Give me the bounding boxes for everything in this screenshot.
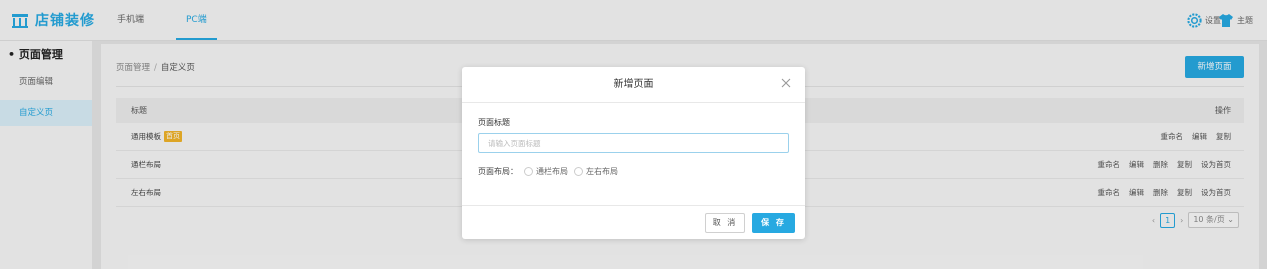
- save-button[interactable]: 保 存: [752, 213, 795, 233]
- radio-circle-icon: [524, 167, 533, 176]
- page-title-input[interactable]: [478, 133, 789, 153]
- close-icon[interactable]: [780, 77, 792, 89]
- layout-radio-full-width[interactable]: 通栏布局: [524, 166, 568, 177]
- dialog-header-divider: [462, 102, 805, 103]
- dialog-title: 新增页面: [613, 79, 654, 90]
- new-page-dialog: 新增页面 页面标题 页面布局： 通栏布局 左右布局 取 消 保 存: [462, 67, 805, 239]
- layout-radio-left-right[interactable]: 左右布局: [574, 166, 618, 177]
- cancel-button[interactable]: 取 消: [705, 213, 745, 233]
- radio-label: 左右布局: [586, 167, 618, 176]
- page-layout-label: 页面布局：: [478, 167, 518, 176]
- radio-label: 通栏布局: [536, 167, 568, 176]
- radio-circle-icon: [574, 167, 583, 176]
- page-layout-row: 页面布局： 通栏布局 左右布局: [478, 166, 618, 177]
- page-title-label: 页面标题: [478, 118, 510, 127]
- dialog-footer-divider: [462, 205, 805, 206]
